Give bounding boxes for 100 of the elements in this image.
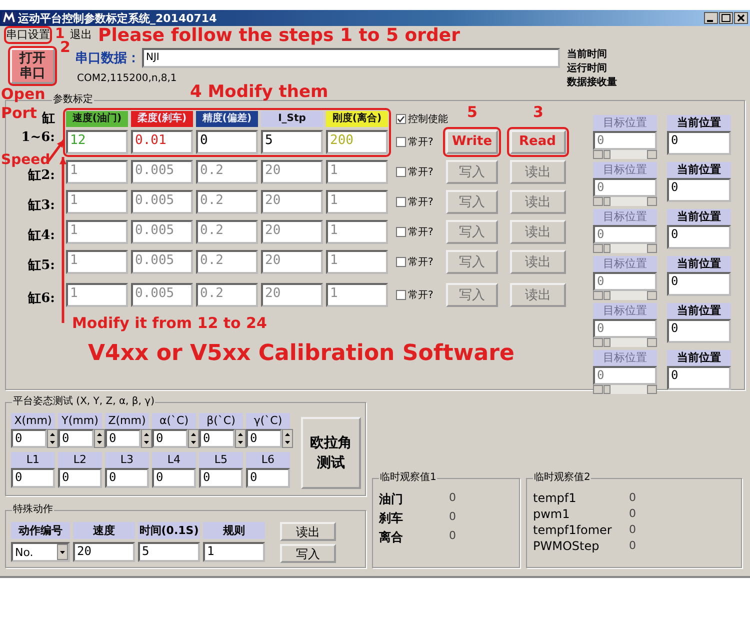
target-position-field[interactable]: 0 — [593, 319, 657, 338]
scrollbar[interactable] — [593, 385, 657, 394]
observed-value: 0 — [629, 523, 637, 537]
annotation-text: Read — [519, 135, 556, 148]
spin-field[interactable]: 0 — [11, 429, 47, 448]
target-position-header: 目标位置 — [593, 303, 657, 319]
euler-test-button[interactable]: 欧拉角测试 — [301, 417, 361, 489]
current-position-field[interactable]: 0 — [667, 366, 731, 390]
spin-field[interactable]: 0 — [105, 429, 141, 448]
current-position-field[interactable]: 0 — [667, 272, 731, 296]
group-title: 临时观察值1 — [379, 472, 438, 484]
observed-name: 刹车 — [379, 510, 404, 527]
length-header: L3 — [105, 452, 149, 468]
axis-header: Y(mm) — [58, 413, 102, 429]
spinner-arrows-icon[interactable] — [188, 429, 199, 448]
group-title: 参数标定 — [52, 94, 94, 106]
length-field[interactable]: 0 — [246, 468, 290, 488]
current-position-field[interactable]: 0 — [667, 319, 731, 343]
input-field[interactable]: 0.01 — [131, 130, 193, 154]
length-header: L6 — [246, 452, 290, 468]
row-label: 缸2: — [26, 168, 56, 184]
menu-item[interactable]: 串口设置 — [6, 28, 50, 42]
group-title: 临时观察值2 — [533, 472, 592, 484]
serial-data-label: 串口数据： — [75, 50, 140, 67]
write-button[interactable]: 写入 — [280, 544, 336, 563]
maximize-icon[interactable] — [719, 12, 733, 24]
current-position-header: 当前位置 — [667, 209, 731, 225]
port-settings-text: COM2,115200,n,8,1 — [77, 73, 178, 84]
input-field[interactable]: 12 — [66, 130, 128, 154]
target-position-field[interactable]: 0 — [593, 366, 657, 385]
status-label: 运行时间 — [567, 62, 608, 76]
current-position-field[interactable]: 0 — [667, 131, 731, 155]
write-button[interactable] — [446, 130, 498, 154]
spinner-arrows-icon[interactable] — [235, 429, 246, 448]
input-field[interactable]: 20 — [73, 542, 135, 562]
observed-name: tempf1fomer — [533, 523, 613, 537]
scrollbar[interactable] — [593, 197, 657, 206]
spinner-arrows-icon[interactable] — [141, 429, 152, 448]
annotation-text: 2 — [60, 40, 70, 55]
open-port-button[interactable]: 打开串口 — [10, 48, 55, 84]
target-position-header: 目标位置 — [593, 350, 657, 366]
column-header: 速度 — [73, 522, 135, 539]
length-field[interactable]: 0 — [152, 468, 196, 488]
spinner-arrows-icon[interactable] — [282, 429, 293, 448]
checkbox-label: 常开? — [408, 166, 434, 179]
annotation-text: Please follow the steps 1 to 5 order — [98, 27, 460, 45]
length-field[interactable]: 0 — [58, 468, 102, 488]
observed-name: 油门 — [379, 491, 404, 508]
input-field[interactable]: 200 — [326, 130, 388, 154]
row-label: 缸6: — [26, 291, 56, 307]
scrollbar[interactable] — [593, 244, 657, 253]
scrollbar[interactable] — [593, 150, 657, 159]
checkbox-label: 常开? — [408, 196, 434, 209]
spin-field[interactable]: 0 — [246, 429, 282, 448]
annotation-text: Modify it from 12 to 24 — [72, 316, 267, 331]
observed-value: 0 — [449, 529, 457, 544]
close-icon[interactable] — [734, 12, 748, 24]
highlight-frame — [8, 46, 57, 86]
annotation-text: Speed — [1, 153, 50, 167]
group-title: 平台姿态测试 (X, Y, Z, α, β, γ) — [12, 396, 156, 408]
current-position-field[interactable]: 0 — [667, 225, 731, 249]
column-header: 精度(偏差) — [196, 111, 258, 127]
observed-name: tempf1 — [533, 491, 578, 505]
minimize-icon[interactable] — [704, 12, 718, 24]
input-field[interactable]: 0 — [196, 130, 258, 154]
length-field[interactable]: 0 — [11, 468, 55, 488]
checkbox[interactable] — [396, 137, 406, 147]
length-field[interactable]: 0 — [199, 468, 243, 488]
target-position-header: 目标位置 — [593, 162, 657, 178]
scrollbar[interactable] — [593, 291, 657, 300]
current-position-header: 当前位置 — [667, 350, 731, 366]
action-dropdown[interactable]: No. — [11, 542, 70, 562]
checkbox[interactable] — [396, 114, 406, 124]
spin-field[interactable]: 0 — [199, 429, 235, 448]
length-header: L5 — [199, 452, 243, 468]
column-header: I_Stp — [261, 111, 323, 127]
spinner-arrows-icon[interactable] — [47, 429, 58, 448]
spin-field[interactable]: 0 — [152, 429, 188, 448]
spinner-arrows-icon[interactable] — [94, 429, 105, 448]
target-position-field[interactable]: 0 — [593, 225, 657, 244]
serial-data-field[interactable]: NJI — [142, 48, 560, 68]
observed-name: pwm1 — [533, 507, 571, 521]
target-position-header: 目标位置 — [593, 256, 657, 272]
input-field[interactable]: 5 — [261, 130, 323, 154]
menu-item[interactable]: 退出 — [70, 28, 92, 42]
read-button[interactable]: 读出 — [280, 522, 336, 541]
length-header: L2 — [58, 452, 102, 468]
current-position-header: 当前位置 — [667, 115, 731, 131]
spin-field[interactable]: 0 — [58, 429, 94, 448]
target-position-field[interactable]: 0 — [593, 131, 657, 150]
input-field[interactable]: 5 — [138, 542, 200, 562]
current-position-field[interactable]: 0 — [667, 178, 731, 202]
input-field[interactable]: 1 — [203, 542, 265, 562]
current-position-header: 当前位置 — [667, 162, 731, 178]
length-field[interactable]: 0 — [105, 468, 149, 488]
column-header: 动作编号 — [11, 522, 70, 539]
target-position-field[interactable]: 0 — [593, 272, 657, 291]
target-position-field[interactable]: 0 — [593, 178, 657, 197]
scrollbar[interactable] — [593, 338, 657, 347]
read-button[interactable] — [510, 130, 566, 154]
